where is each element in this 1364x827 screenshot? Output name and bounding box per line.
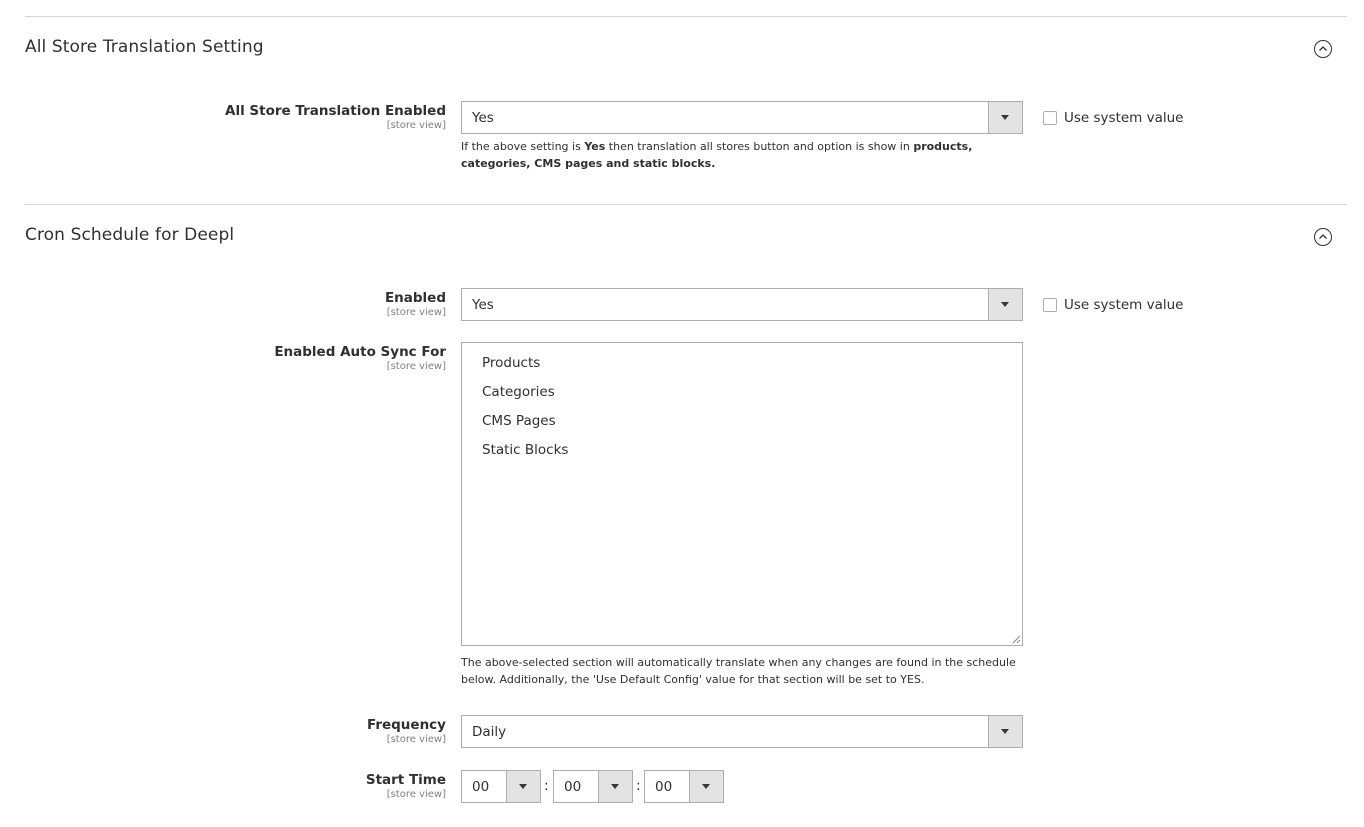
field-label-auto-sync: Enabled Auto Sync For [store view] [274, 343, 446, 372]
collapse-section-button[interactable] [1314, 40, 1332, 58]
field-label-frequency: Frequency [store view] [367, 716, 446, 745]
label-text: All Store Translation Enabled [225, 103, 446, 119]
select-value: 00 [472, 779, 490, 795]
label-text: Enabled [384, 290, 446, 306]
multiselect-option-products[interactable]: Products [482, 355, 540, 371]
note-text: If the above setting is [461, 140, 585, 153]
section-title-all-store-translation[interactable]: All Store Translation Setting [25, 37, 264, 57]
note-text: then translation all stores button and o… [605, 140, 914, 153]
field-label-enabled: Enabled [store view] [385, 289, 446, 318]
triangle-down-icon [988, 289, 1022, 320]
select-value: 00 [655, 779, 673, 795]
label-text: Start Time [365, 772, 446, 788]
triangle-down-icon [988, 716, 1022, 747]
checkbox-box[interactable] [1043, 298, 1057, 312]
label-text: Enabled Auto Sync For [274, 344, 446, 360]
checkbox-label: Use system value [1064, 110, 1184, 126]
config-page: All Store Translation Setting All Store … [0, 0, 1364, 827]
use-system-value-checkbox[interactable]: Use system value [1043, 110, 1183, 126]
triangle-down-icon [689, 771, 723, 802]
time-separator: : [636, 778, 641, 794]
frequency-select[interactable]: Daily [461, 715, 1023, 748]
resize-handle-icon[interactable] [1011, 634, 1021, 644]
note-bold: Yes [584, 140, 606, 153]
start-time-second-select[interactable]: 00 [644, 770, 724, 803]
section-title-cron-schedule[interactable]: Cron Schedule for Deepl [25, 225, 234, 245]
checkbox-label: Use system value [1064, 297, 1184, 313]
start-time-hour-select[interactable]: 00 [461, 770, 541, 803]
all-store-translation-select[interactable]: Yes [461, 101, 1023, 134]
time-separator: : [544, 778, 549, 794]
multiselect-option-static-blocks[interactable]: Static Blocks [482, 442, 568, 458]
chevron-up-icon [1319, 46, 1327, 51]
select-value: 00 [564, 779, 582, 795]
select-value: Yes [472, 297, 494, 313]
collapse-section-button[interactable] [1314, 228, 1332, 246]
scope-label: [store view] [386, 307, 446, 318]
section-divider [25, 204, 1347, 205]
scope-label: [store view] [386, 734, 446, 745]
select-value: Daily [472, 724, 507, 740]
section-divider [25, 16, 1347, 17]
multiselect-option-categories[interactable]: Categories [482, 384, 555, 400]
scope-label: [store view] [386, 789, 446, 800]
cron-enabled-select[interactable]: Yes [461, 288, 1023, 321]
label-text: Frequency [366, 717, 446, 733]
field-note: If the above setting is Yes then transla… [461, 138, 1031, 172]
auto-sync-note: The above-selected section will automati… [461, 656, 1016, 686]
field-label-start-time: Start Time [store view] [366, 771, 446, 800]
multiselect-option-cms-pages[interactable]: CMS Pages [482, 413, 556, 429]
scope-label: [store view] [386, 120, 446, 131]
use-system-value-checkbox[interactable]: Use system value [1043, 297, 1183, 313]
select-value: Yes [472, 110, 494, 126]
field-label-all-store-translation-enabled: All Store Translation Enabled [store vie… [225, 102, 446, 131]
start-time-minute-select[interactable]: 00 [553, 770, 633, 803]
triangle-down-icon [598, 771, 632, 802]
auto-sync-multiselect[interactable]: Products Categories CMS Pages Static Blo… [461, 342, 1023, 646]
scope-label: [store view] [386, 361, 446, 372]
checkbox-box[interactable] [1043, 111, 1057, 125]
triangle-down-icon [506, 771, 540, 802]
chevron-up-icon [1319, 234, 1327, 239]
triangle-down-icon [988, 102, 1022, 133]
